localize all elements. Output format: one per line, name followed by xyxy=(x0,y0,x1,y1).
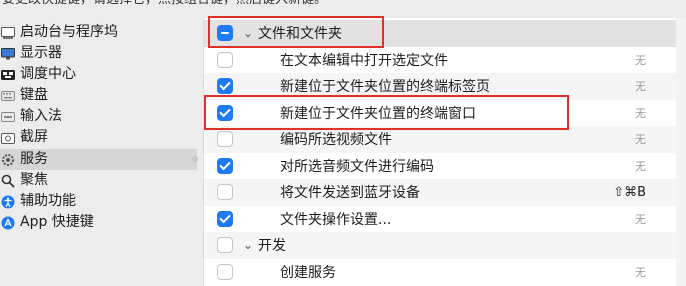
sidebar-item-label: 聚焦 xyxy=(20,172,48,188)
list-item[interactable]: 将文件发送到蓝牙设备 ⇧⌘B xyxy=(204,179,676,206)
item-label: 将文件发送到蓝牙设备 xyxy=(280,185,420,202)
accessibility-icon xyxy=(0,194,16,210)
sidebar-item-label: 显示器 xyxy=(20,45,62,61)
list-item[interactable]: 在文本编辑中打开选定文件 无 xyxy=(204,47,676,74)
item-checkbox[interactable] xyxy=(217,104,233,121)
group-label: 文件和文件夹 xyxy=(258,26,342,43)
item-checkbox[interactable] xyxy=(217,78,233,95)
sidebar-item-label: 服务 xyxy=(20,151,48,167)
group-row-files-and-folders[interactable]: ⌄ 文件和文件夹 xyxy=(204,20,676,47)
chevron-down-icon[interactable]: ⌄ xyxy=(243,238,253,252)
mission-control-icon xyxy=(0,67,16,83)
sidebar-item-app-shortcuts[interactable]: App 快捷键 xyxy=(0,212,197,233)
list-item[interactable]: 新建位于文件夹位置的终端标签页 无 xyxy=(204,73,676,100)
search-icon xyxy=(0,173,16,189)
shortcut-value[interactable]: 无 xyxy=(635,131,646,147)
sidebar-item-label: 启动台与程序坞 xyxy=(20,24,118,40)
item-label: 在文本编辑中打开选定文件 xyxy=(280,52,448,69)
sidebar: 启动台与程序坞 显示器 调度中心 键盘 输入法 截屏 服务 聚焦 辅助功能 Ap… xyxy=(0,18,198,286)
group-row-development[interactable]: ⌄ 开发 xyxy=(204,232,676,259)
list-item[interactable]: 对所选音频文件进行编码 无 xyxy=(204,153,676,180)
sidebar-item-accessibility[interactable]: 辅助功能 xyxy=(0,191,197,212)
list-item[interactable]: 文件夹操作设置... 无 xyxy=(204,206,676,233)
instruction-text: 要更改快捷键，请选择它，点按组合键，然后键入新键。 xyxy=(0,0,686,8)
keyboard-icon xyxy=(0,88,16,104)
item-label: 创建服务 xyxy=(280,264,336,281)
sidebar-item-launchpad[interactable]: 启动台与程序坞 xyxy=(0,22,197,43)
vertical-scrollbar[interactable] xyxy=(676,18,686,286)
sidebar-item-screenshot[interactable]: 截屏 xyxy=(0,127,197,148)
rocket-icon xyxy=(0,25,16,41)
shortcut-value[interactable]: 无 xyxy=(635,264,646,280)
display-icon xyxy=(0,46,16,62)
group-checkbox[interactable] xyxy=(217,237,233,254)
group-label: 开发 xyxy=(258,238,286,255)
item-checkbox[interactable] xyxy=(217,210,233,227)
gear-icon xyxy=(0,152,16,168)
item-label: 文件夹操作设置... xyxy=(280,211,392,228)
item-label: 新建位于文件夹位置的终端标签页 xyxy=(280,79,490,96)
chevron-down-icon[interactable]: ⌄ xyxy=(243,26,253,40)
sidebar-item-label: 键盘 xyxy=(20,87,48,103)
sidebar-item-input-method[interactable]: 输入法 xyxy=(0,106,197,127)
sidebar-item-mission-control[interactable]: 调度中心 xyxy=(0,64,197,85)
list-item[interactable]: 创建服务 无 xyxy=(204,259,676,286)
item-checkbox[interactable] xyxy=(217,263,233,280)
shortcut-value[interactable]: 无 xyxy=(635,78,646,94)
item-label: 新建位于文件夹位置的终端窗口 xyxy=(280,105,476,122)
item-checkbox[interactable] xyxy=(217,157,233,174)
sidebar-item-displays[interactable]: 显示器 xyxy=(0,43,197,64)
shortcut-value[interactable]: 无 xyxy=(635,211,646,227)
sidebar-item-spotlight[interactable]: 聚焦 xyxy=(0,170,197,191)
list-item[interactable]: 新建位于文件夹位置的终端窗口 无 xyxy=(204,100,676,127)
shortcut-value[interactable]: 无 xyxy=(635,158,646,174)
item-checkbox[interactable] xyxy=(217,131,233,148)
item-checkbox[interactable] xyxy=(217,184,233,201)
shortcut-value[interactable]: 无 xyxy=(635,52,646,68)
group-checkbox[interactable] xyxy=(217,25,233,42)
sidebar-item-services[interactable]: 服务 xyxy=(0,149,198,170)
item-label: 编码所选视频文件 xyxy=(280,132,392,149)
item-checkbox[interactable] xyxy=(217,51,233,68)
input-method-icon xyxy=(0,109,16,125)
sidebar-item-label: 调度中心 xyxy=(20,66,76,82)
sidebar-item-label: 辅助功能 xyxy=(20,193,76,209)
shortcut-value[interactable]: 无 xyxy=(635,105,646,121)
shortcut-value[interactable]: ⇧⌘B xyxy=(613,185,646,200)
sidebar-item-label: 输入法 xyxy=(20,108,62,124)
sidebar-item-keyboard[interactable]: 键盘 xyxy=(0,85,197,106)
sidebar-item-label: App 快捷键 xyxy=(20,214,94,230)
sidebar-item-label: 截屏 xyxy=(20,129,48,145)
services-list: ⌄ 文件和文件夹 在文本编辑中打开选定文件 无 新建位于文件夹位置的终端标签页 … xyxy=(204,18,676,286)
item-label: 对所选音频文件进行编码 xyxy=(280,158,434,175)
list-item[interactable]: 编码所选视频文件 无 xyxy=(204,126,676,153)
app-shortcut-icon xyxy=(0,215,16,231)
screenshot-icon xyxy=(0,130,16,146)
scroll-indicator-dot xyxy=(192,156,198,162)
